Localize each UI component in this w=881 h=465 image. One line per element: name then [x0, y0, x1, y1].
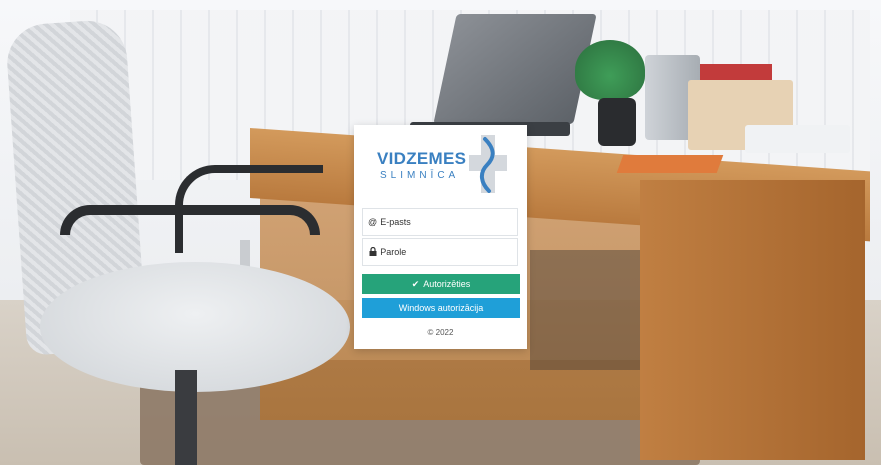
book: [700, 64, 772, 80]
email-input[interactable]: [377, 217, 517, 227]
login-card: VIDZEMES SLIMNĪCA @ ✔ Autorizēties Windo…: [354, 125, 527, 349]
hospital-logo: VIDZEMES SLIMNĪCA: [374, 135, 509, 197]
lock-icon: [368, 246, 377, 258]
copyright-text: © 2022: [427, 328, 454, 337]
at-icon: @: [368, 217, 378, 227]
desk-front: [640, 180, 865, 460]
windows-auth-button-label: Windows autorizācija: [398, 303, 484, 313]
cross-logo-icon: [469, 135, 507, 193]
authorize-button-label: Autorizēties: [423, 279, 471, 289]
logo-text-line1: VIDZEMES: [377, 149, 467, 168]
laptop: [433, 14, 597, 124]
plant: [575, 40, 645, 100]
chair-pole: [175, 370, 197, 465]
authorize-button[interactable]: ✔ Autorizēties: [362, 274, 520, 294]
password-input[interactable]: [377, 247, 517, 257]
email-field-wrapper: @: [362, 208, 518, 236]
chair-armrest: [60, 205, 320, 235]
desk-shelf: [530, 250, 640, 370]
windows-auth-button[interactable]: Windows autorizācija: [362, 298, 520, 318]
camera-lens: [598, 98, 636, 146]
check-icon: ✔: [411, 278, 420, 289]
tray: [745, 125, 850, 153]
logo-text-line2: SLIMNĪCA: [380, 170, 460, 181]
password-field-wrapper: [362, 238, 518, 266]
notebook: [616, 155, 724, 173]
